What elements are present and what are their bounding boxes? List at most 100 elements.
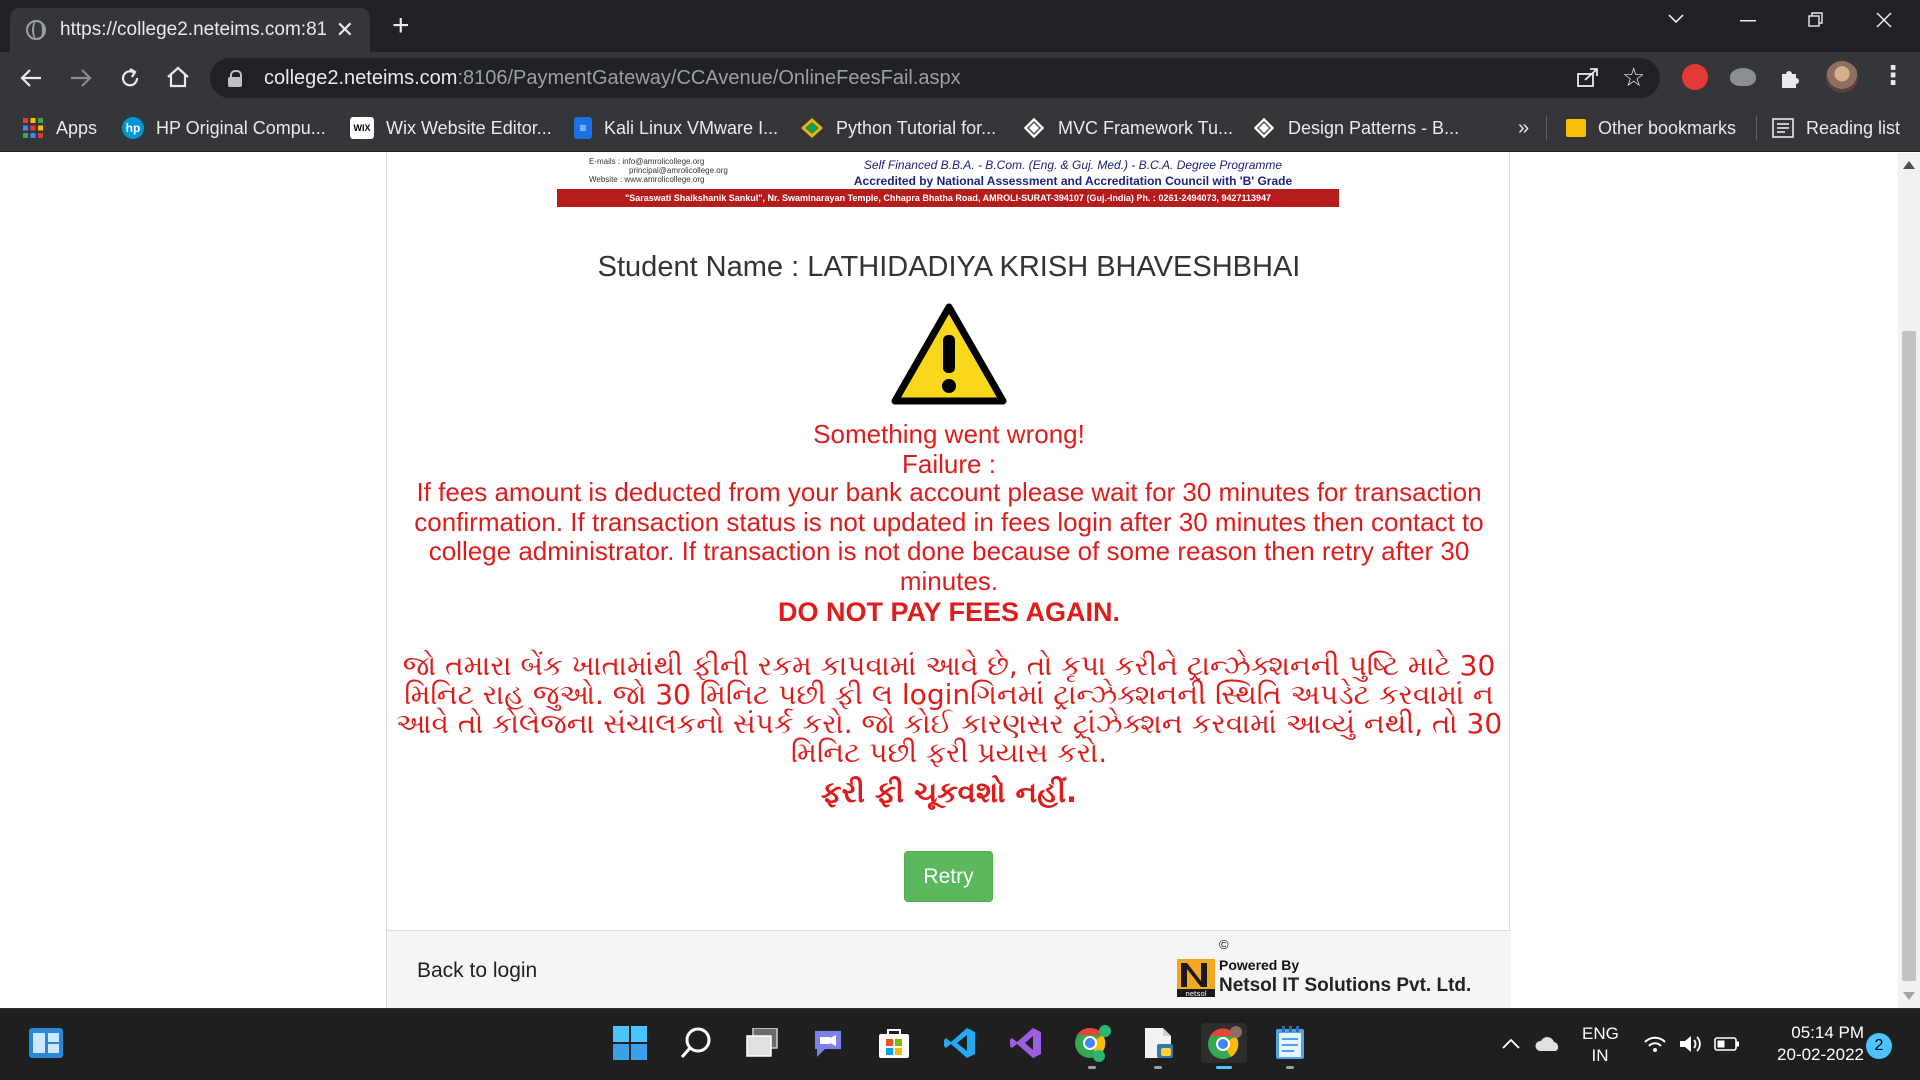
retry-button[interactable]: Retry	[904, 851, 993, 902]
vscode-icon	[944, 1028, 975, 1058]
wifi-icon[interactable]	[1644, 1035, 1666, 1053]
battery-icon[interactable]	[1714, 1037, 1740, 1051]
college-programme-info: Self Financed B.B.A. - B.Com. (Eng. & Gu…	[813, 157, 1333, 189]
payment-fail-card: E-mails : info@amrolicollege.org princip…	[386, 153, 1511, 1008]
notepad-button[interactable]	[1270, 1023, 1310, 1069]
programme-text: Self Financed B.B.A. - B.Com. (Eng. & Gu…	[863, 158, 1283, 172]
adblock-extension-icon[interactable]	[1682, 64, 1708, 90]
bookmark-label: Python Tutorial for...	[836, 117, 997, 138]
bookmark-python[interactable]: Python Tutorial for...	[800, 115, 996, 141]
scroll-down-arrow-icon[interactable]	[1903, 992, 1915, 1000]
chrome-active-button[interactable]	[1201, 1023, 1247, 1069]
search-button[interactable]	[676, 1023, 716, 1063]
onedrive-cloud-icon[interactable]	[1534, 1035, 1562, 1053]
home-icon[interactable]	[166, 66, 190, 88]
bookmark-label: Design Patterns - B...	[1288, 117, 1460, 138]
chrome-icon	[1075, 1025, 1111, 1062]
task-view-button[interactable]	[742, 1023, 782, 1063]
share-icon[interactable]	[1576, 66, 1600, 88]
windows-taskbar: ENG IN 05:14 PM 20-02-2022 2	[0, 1008, 1920, 1080]
close-window-icon[interactable]	[1876, 12, 1892, 28]
bookmark-label: Apps	[56, 117, 98, 138]
reading-list-label: Reading list	[1806, 117, 1901, 138]
notepad-python-button[interactable]	[1138, 1023, 1178, 1069]
minimize-icon[interactable]	[1740, 20, 1756, 22]
warning-icon	[891, 303, 1007, 405]
clock-date: 20-02-2022	[1777, 1045, 1864, 1064]
bookmarks-divider	[1546, 116, 1547, 140]
more-bookmarks-button[interactable]: »	[1518, 115, 1529, 141]
profile-avatar[interactable]	[1826, 61, 1858, 93]
python-tutorial-icon	[801, 118, 823, 138]
bookmark-kali[interactable]: ≡ Kali Linux VMware I...	[574, 115, 778, 141]
restore-icon[interactable]	[1808, 12, 1824, 28]
accreditation-text: Accredited by National Assessment and Ac…	[853, 174, 1293, 188]
url-path: :8106/PaymentGateway/CCAvenue/OnlineFees…	[457, 66, 961, 89]
search-icon	[680, 1027, 711, 1058]
visual-studio-button[interactable]	[1006, 1023, 1046, 1063]
page-scrollbar[interactable]	[1898, 153, 1920, 1008]
bookmark-apps[interactable]: Apps	[22, 115, 97, 141]
teams-chat-button[interactable]	[808, 1023, 848, 1063]
back-to-login-link[interactable]: Back to login	[417, 959, 537, 983]
extensions-puzzle-icon[interactable]	[1778, 64, 1804, 90]
new-tab-button[interactable]: +	[392, 8, 410, 44]
powered-by-label: Powered By	[1219, 957, 1300, 973]
back-arrow-icon[interactable]	[20, 68, 42, 88]
globe-icon	[26, 20, 46, 40]
volume-icon[interactable]	[1678, 1033, 1702, 1055]
hp-logo-icon: hp	[122, 117, 144, 139]
bookmark-label: Kali Linux VMware I...	[604, 117, 779, 138]
address-bar[interactable]: college2.neteims.com :8106/PaymentGatewa…	[210, 58, 1660, 98]
bookmarks-bar: Apps hp HP Original Compu... WIX Wix Web…	[0, 104, 1920, 152]
netsol-logo-text: netsol	[1185, 990, 1206, 997]
college-contacts: E-mails : info@amrolicollege.org princip…	[589, 157, 728, 184]
do-not-pay-warning: DO NOT PAY FEES AGAIN.	[777, 597, 1121, 627]
reload-icon[interactable]	[118, 66, 142, 90]
lock-icon[interactable]	[228, 70, 242, 87]
failure-message-gujarati: જો તમારા બેંક ખાતામાંથી ફીની રકમ કાપવામા…	[395, 649, 1503, 769]
other-bookmarks[interactable]: Other bookmarks	[1566, 115, 1736, 141]
scrollbar-thumb[interactable]	[1902, 331, 1916, 981]
bookmark-wix[interactable]: WIX Wix Website Editor...	[350, 115, 552, 141]
microsoft-store-icon	[879, 1029, 909, 1058]
tutorialspoint-icon	[1022, 116, 1046, 140]
company-name: Netsol IT Solutions Pvt. Ltd.	[1219, 975, 1472, 996]
document-edit-icon	[1145, 1028, 1173, 1058]
active-indicator	[1216, 1066, 1232, 1069]
contact-website: Website : www.amrolicollege.org	[589, 175, 705, 184]
failure-message-english: If fees amount is deducted from your ban…	[414, 477, 1484, 596]
tab-close-button[interactable]: ✕	[336, 17, 354, 43]
forward-arrow-icon[interactable]	[70, 68, 92, 88]
clock[interactable]: 05:14 PM 20-02-2022	[1752, 1022, 1864, 1066]
cloud-extension-icon[interactable]	[1730, 68, 1756, 86]
reading-list[interactable]: Reading list	[1772, 115, 1900, 141]
vscode-button[interactable]	[940, 1023, 980, 1063]
chat-icon	[815, 1031, 841, 1057]
bookmark-star-icon[interactable]: ☆	[1622, 62, 1645, 93]
bookmark-hp[interactable]: hp HP Original Compu...	[122, 115, 326, 141]
start-button[interactable]	[610, 1023, 650, 1063]
bookmark-mvc[interactable]: MVC Framework Tu...	[1022, 115, 1233, 141]
notification-badge[interactable]: 2	[1866, 1033, 1892, 1059]
browser-tab[interactable]: https://college2.neteims.com:810 ✕	[10, 8, 370, 52]
tutorialspoint-icon	[1252, 116, 1276, 140]
bookmark-design-patterns[interactable]: Design Patterns - B...	[1252, 115, 1459, 141]
tab-search-icon[interactable]	[1668, 14, 1684, 24]
document-icon: ≡	[574, 117, 592, 139]
widgets-button[interactable]	[26, 1023, 66, 1063]
widgets-icon	[29, 1028, 63, 1058]
failure-label: Failure :	[902, 449, 996, 479]
input-language[interactable]: ENG IN	[1582, 1023, 1619, 1067]
tab-bar: https://college2.neteims.com:810 ✕ +	[0, 0, 1920, 52]
scroll-up-arrow-icon[interactable]	[1903, 161, 1915, 169]
powered-by-netsol: © netsol Powered By Netsol IT Solutions …	[1177, 937, 1497, 1003]
store-button[interactable]	[874, 1023, 914, 1063]
menu-kebab-icon[interactable]: ⋮	[1880, 60, 1906, 91]
tray-overflow-chevron-icon[interactable]	[1502, 1039, 1520, 1049]
notepad-icon	[1276, 1026, 1304, 1059]
bookmark-label: MVC Framework Tu...	[1058, 117, 1234, 138]
folder-icon	[1566, 119, 1586, 137]
contact-email: E-mails : info@amrolicollege.org	[589, 157, 705, 166]
chrome-profile-k-button[interactable]	[1072, 1023, 1112, 1069]
